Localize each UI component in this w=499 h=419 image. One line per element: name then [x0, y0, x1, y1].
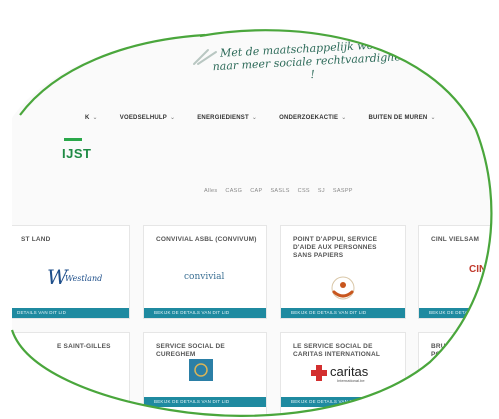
chevron-down-icon: ⌄: [92, 115, 98, 121]
nav-item-voedselhulp[interactable]: VOEDSELHULP ⌄: [109, 114, 186, 121]
member-details-button[interactable]: BEKIJK DE DETAILS VAN DIT LID: [281, 397, 405, 407]
filter-css[interactable]: CSS: [298, 188, 310, 194]
point-dappui-logo: [328, 276, 358, 307]
screenshot-stage: Met de maatschappelijk workers naar meer…: [0, 0, 499, 419]
nav-item-label: VOEDSELHULP: [119, 115, 167, 121]
website-viewport: Met de maatschappelijk workers naar meer…: [0, 0, 499, 419]
caritas-cross-icon: [311, 365, 327, 381]
member-details-button[interactable]: DETAILS VAN DIT LID: [7, 308, 129, 318]
member-card[interactable]: SERVICE SOCIAL DE CUREGHEM BEKIJK DE DET…: [143, 332, 267, 419]
cinl-logo: CINL: [469, 264, 492, 275]
member-name: CINL VIELSAM: [431, 236, 480, 243]
chevron-down-icon: ⌄: [251, 115, 258, 121]
chevron-down-icon: ⌄: [341, 115, 347, 121]
nav-item-k[interactable]: K ⌄: [74, 114, 109, 121]
nav-item-label: ONDERZOEKACTIE: [279, 115, 339, 121]
filter-casg[interactable]: CASG: [225, 188, 242, 194]
logo-text: CINL: [469, 264, 493, 275]
member-card[interactable]: ST LAND W Westland DETAILS VAN DIT LID: [6, 225, 130, 319]
member-card[interactable]: CONVIVIAL ASBL (CONVIVUM) convivial BEKI…: [143, 225, 267, 319]
convivial-logo: convivial: [184, 272, 224, 282]
member-card[interactable]: LE SERVICE SOCIAL DE CARITAS INTERNATION…: [280, 332, 406, 419]
nav-item-onderzoekactie[interactable]: ONDERZOEKACTIE ⌄: [268, 114, 357, 121]
member-card[interactable]: CINL VIELSAM CINL BEKIJK DE DETAILS VA: [418, 225, 499, 319]
filter-alles[interactable]: Alles: [204, 188, 217, 194]
member-name: ST LAND: [21, 236, 51, 243]
logo-text: convivial: [184, 272, 225, 282]
nav-item-label: K: [85, 115, 90, 121]
filter-saspp[interactable]: SASPP: [333, 188, 353, 194]
logo-text: Westland: [65, 274, 103, 283]
member-card[interactable]: E SAINT-GILLES: [6, 332, 130, 419]
member-name: BRUXEL PORT: [431, 343, 459, 358]
page-title: IJST: [62, 146, 92, 161]
member-details-button[interactable]: BEKIJK DE DETAILS VAN DIT LID: [144, 397, 266, 407]
filter-sasls[interactable]: SASLS: [270, 188, 289, 194]
slogan: Met de maatschappelijk workers naar meer…: [211, 37, 413, 86]
member-card[interactable]: BRUXEL PORT: [418, 332, 499, 419]
member-name: POINT D'APPUI, SERVICE D'AIDE AUX PERSON…: [293, 236, 378, 259]
nav-item-label: ENERGIEDIENST: [197, 115, 249, 121]
member-name: E SAINT-GILLES: [57, 343, 111, 350]
member-card[interactable]: POINT D'APPUI, SERVICE D'AIDE AUX PERSON…: [280, 225, 406, 319]
chevron-down-icon: ⌄: [430, 115, 436, 121]
logo-subtext: International.be: [337, 378, 365, 383]
logo-text: caritas: [330, 364, 369, 379]
filter-cap[interactable]: CAP: [250, 188, 262, 194]
chevron-down-icon: ⌄: [170, 115, 176, 121]
nav-item-buiten-de-muren[interactable]: BUITEN DE MUREN ⌄: [357, 114, 446, 121]
member-details-button[interactable]: BEKIJK DE DETAILS VA: [419, 308, 499, 318]
member-name: LE SERVICE SOCIAL DE CARITAS INTERNATION…: [293, 343, 381, 358]
member-name: SERVICE SOCIAL DE CUREGHEM: [156, 343, 225, 358]
nav-item-label: BUITEN DE MUREN: [368, 115, 428, 121]
nav-item-energiedienst[interactable]: ENERGIEDIENST ⌄: [186, 114, 268, 121]
filter-sj[interactable]: SJ: [318, 188, 325, 194]
title-accent-bar: [64, 138, 82, 141]
cureghem-logo: [189, 359, 213, 386]
member-details-button[interactable]: BEKIJK DE DETAILS VAN DIT LID: [144, 308, 266, 318]
westland-logo: W Westland: [45, 262, 105, 297]
member-name: CONVIVIAL ASBL (CONVIVUM): [156, 236, 257, 243]
category-filters: Alles CASG CAP SASLS CSS SJ SASPP: [204, 188, 353, 194]
main-navigation: K ⌄ VOEDSELHULP ⌄ ENERGIEDIENST ⌄ ONDERZOEK…: [74, 114, 447, 121]
member-details-button[interactable]: BEKIJK DE DETAILS VAN DIT LID: [281, 308, 405, 318]
